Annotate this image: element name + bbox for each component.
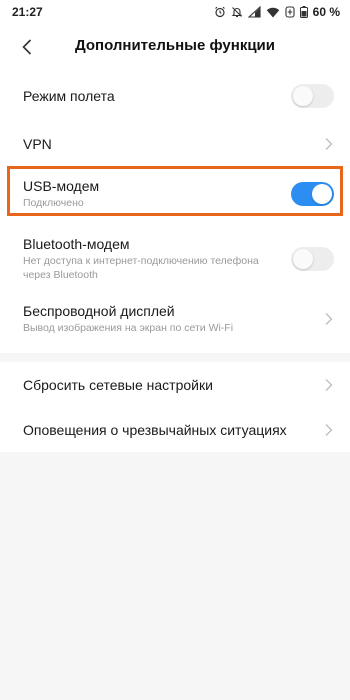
bluetooth-modem-toggle[interactable] xyxy=(291,247,334,271)
screen: 21:27 60 % Дополнительные функции Режим … xyxy=(0,0,350,700)
page-title: Дополнительные функции xyxy=(74,37,275,54)
bluetooth-modem-row[interactable]: Bluetooth-модем Нет доступа к интернет-п… xyxy=(0,228,350,290)
airplane-mode-toggle[interactable] xyxy=(291,84,334,108)
emergency-alerts-label: Оповещения о чрезвычайных ситуациях xyxy=(23,421,287,438)
battery-saver-icon xyxy=(285,6,295,18)
battery-percentage: 60 % xyxy=(312,5,340,19)
chevron-right-icon xyxy=(325,138,333,150)
reset-network-label: Сбросить сетевые настройки xyxy=(23,376,213,393)
reset-network-row[interactable]: Сбросить сетевые настройки xyxy=(0,362,350,407)
toggle-knob xyxy=(293,249,313,269)
bluetooth-modem-label: Bluetooth-модем xyxy=(23,235,130,252)
settings-group-reset: Сбросить сетевые настройки Оповещения о … xyxy=(0,362,350,452)
alarm-icon xyxy=(214,6,225,18)
wireless-display-label: Беспроводной дисплей xyxy=(23,302,175,319)
wireless-display-description: Вывод изображения на экран по сети Wi-Fi xyxy=(23,321,234,334)
chevron-right-icon xyxy=(325,423,333,436)
mute-bell-icon xyxy=(231,7,242,18)
vpn-label: VPN xyxy=(23,136,52,152)
vpn-row[interactable]: VPN xyxy=(0,122,350,166)
app-header: Дополнительные функции xyxy=(0,24,350,70)
status-bar: 21:27 60 % xyxy=(0,0,350,24)
airplane-mode-label: Режим полета xyxy=(23,88,115,104)
battery-icon xyxy=(299,6,308,18)
emergency-alerts-row[interactable]: Оповещения о чрезвычайных ситуациях xyxy=(0,407,350,452)
airplane-mode-row[interactable]: Режим полета xyxy=(0,70,350,122)
signal-icon xyxy=(247,6,261,18)
wireless-display-row[interactable]: Беспроводной дисплей Вывод изображения н… xyxy=(0,292,350,346)
highlight-frame xyxy=(7,166,343,216)
status-time: 21:27 xyxy=(12,5,43,19)
toggle-knob xyxy=(293,86,313,106)
chevron-right-icon xyxy=(325,313,333,325)
status-icons: 60 % xyxy=(214,5,340,19)
chevron-right-icon xyxy=(325,378,333,391)
wifi-icon xyxy=(266,7,279,17)
bluetooth-modem-description: Нет доступа к интернет-подключению телеф… xyxy=(23,254,259,281)
